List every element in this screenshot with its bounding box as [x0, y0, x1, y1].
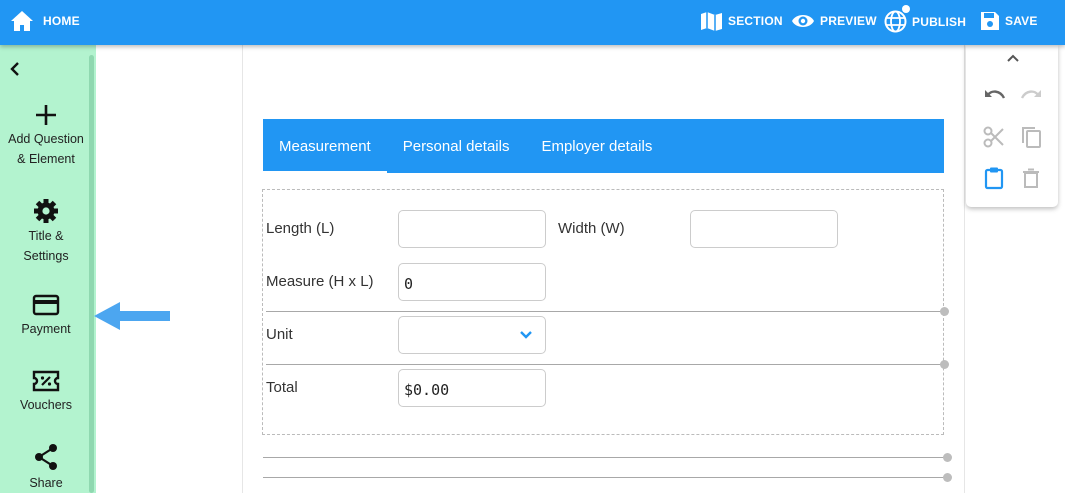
sidebar-item-vouchers[interactable]: Vouchers	[0, 369, 92, 415]
canvas-left-border	[242, 45, 243, 493]
measure-label: Measure (H x L)	[266, 273, 374, 290]
top-bar: HOME SECTION PREVIEW PUBLISH SAVE	[0, 0, 1065, 45]
sidebar-item-label: Add Question	[8, 132, 84, 146]
delete-button[interactable]	[1022, 168, 1040, 193]
length-input[interactable]	[398, 210, 546, 248]
section-divider	[263, 457, 948, 458]
total-label: Total	[266, 379, 298, 396]
tab-employer-details[interactable]: Employer details	[525, 119, 668, 173]
home-button[interactable]: HOME	[10, 10, 80, 32]
notification-dot	[902, 5, 910, 13]
row-divider	[266, 364, 944, 365]
sidebar-item-share[interactable]: Share	[0, 443, 92, 493]
resize-handle[interactable]	[943, 473, 952, 482]
undo-icon	[985, 90, 1006, 99]
collapse-sidebar-button[interactable]	[8, 61, 22, 82]
share-icon	[35, 444, 57, 470]
scissors-icon	[983, 126, 1004, 148]
tab-measurement[interactable]: Measurement	[263, 119, 387, 173]
edit-toolbar	[966, 45, 1058, 207]
preview-button[interactable]: PREVIEW	[791, 10, 877, 32]
sidebar-item-title-settings[interactable]: Title & Settings	[0, 198, 92, 266]
resize-handle[interactable]	[943, 453, 952, 462]
globe-icon	[884, 10, 907, 33]
paste-button[interactable]	[984, 166, 1004, 195]
sidebar-item-label-line2: Settings	[23, 249, 69, 263]
home-icon	[11, 11, 33, 31]
sidebar-item-label: Title &	[28, 229, 64, 243]
length-label: Length (L)	[266, 220, 335, 237]
left-sidebar: Add Question & Element Title & Settings …	[0, 45, 96, 493]
sidebar-item-label: Payment	[21, 322, 71, 336]
section-button[interactable]: SECTION	[700, 10, 783, 32]
cut-button[interactable]	[983, 126, 1005, 153]
publish-label: PUBLISH	[912, 14, 967, 29]
voucher-icon	[32, 370, 60, 392]
plus-icon	[36, 105, 56, 125]
floppy-disk-icon	[981, 12, 999, 30]
gear-icon	[34, 199, 58, 223]
save-button[interactable]: SAVE	[980, 10, 1038, 32]
redo-button[interactable]	[1019, 85, 1043, 110]
preview-label: PREVIEW	[820, 14, 877, 28]
width-label: Width (W)	[558, 220, 625, 237]
sidebar-item-label: Share	[29, 476, 63, 490]
credit-card-icon	[32, 294, 60, 316]
map-icon	[701, 12, 722, 31]
arrow-left-icon	[94, 302, 170, 330]
resize-handle[interactable]	[940, 360, 949, 369]
section-divider	[263, 477, 948, 478]
unit-label: Unit	[266, 326, 293, 343]
sidebar-item-add-question[interactable]: Add Question & Element	[0, 103, 92, 169]
row-divider	[266, 311, 944, 312]
section-tabs: Measurement Personal details Employer de…	[263, 119, 944, 173]
section-label: SECTION	[728, 14, 783, 28]
copy-icon	[1022, 127, 1041, 148]
measure-input[interactable]: 0	[398, 263, 546, 301]
chevron-down-icon	[520, 331, 532, 339]
publish-button[interactable]: PUBLISH	[884, 5, 967, 33]
save-label: SAVE	[1005, 14, 1038, 28]
clipboard-icon	[984, 167, 1004, 190]
resize-handle[interactable]	[940, 307, 949, 316]
redo-icon	[1020, 90, 1041, 99]
copy-button[interactable]	[1020, 125, 1042, 154]
trash-icon	[1023, 168, 1039, 188]
width-input[interactable]	[690, 210, 838, 248]
home-label: HOME	[43, 14, 80, 28]
collapse-toolbar-button[interactable]	[1006, 51, 1020, 69]
eye-icon	[792, 15, 814, 27]
sidebar-item-payment[interactable]: Payment	[0, 293, 92, 339]
total-input[interactable]: $0.00	[398, 369, 546, 407]
chevron-left-icon	[10, 62, 19, 76]
tab-personal-details[interactable]: Personal details	[387, 119, 526, 173]
sidebar-item-label: Vouchers	[19, 398, 73, 412]
chevron-up-icon	[1007, 54, 1019, 62]
unit-select[interactable]	[398, 316, 546, 354]
canvas-right-border	[964, 45, 965, 493]
sidebar-item-label-line2: & Element	[17, 152, 75, 166]
undo-button[interactable]	[983, 85, 1007, 110]
